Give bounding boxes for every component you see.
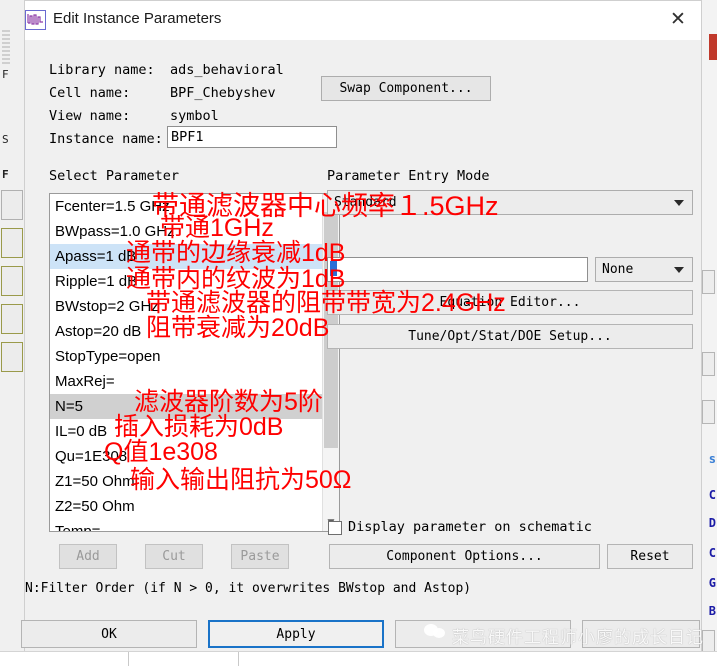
background-right-box-2 [702, 400, 715, 424]
background-right-text-5: B [708, 604, 716, 618]
background-right-text-3: C [708, 546, 716, 560]
list-item[interactable]: MaxRej= [50, 369, 324, 394]
screen: F S F s C D C G B Edit Instance Paramete… [0, 0, 717, 666]
parameter-entry-mode-value: Standard [334, 195, 397, 210]
background-right-text-1: C [708, 488, 716, 502]
background-left-box-4 [1, 342, 23, 372]
list-item[interactable]: Apass=1 dB [50, 244, 324, 269]
background-right-text-2: D [708, 516, 716, 530]
background-left-text-1: S [2, 133, 9, 146]
background-left-box-1 [1, 228, 23, 258]
display-parameter-label: Display parameter on schematic [348, 519, 592, 535]
list-item[interactable]: Astop=20 dB [50, 319, 324, 344]
parameter-list-items: Fcenter=1.5 GHz BWpass=1.0 GHz Apass=1 dB R… [50, 194, 324, 531]
add-button[interactable]: Add [59, 544, 117, 569]
cut-button[interactable]: Cut [145, 544, 203, 569]
select-parameter-label: Select Parameter [49, 168, 180, 184]
parameter-list-scrollbar[interactable]: ▲ ▼ [322, 194, 339, 531]
list-item[interactable]: BWpass=1.0 GHz [50, 219, 324, 244]
background-ruler [2, 30, 10, 64]
background-right-text-0: s [708, 452, 716, 466]
list-item[interactable]: Temp= [50, 519, 324, 531]
parameter-entry-mode-select[interactable]: Standard [327, 190, 693, 215]
list-item[interactable]: Z1=50 Ohm [50, 469, 324, 494]
background-right-box-0 [702, 270, 715, 294]
background-red-marker [709, 34, 717, 60]
text-cursor [330, 261, 337, 276]
display-parameter-checkbox[interactable] [328, 521, 342, 535]
cell-name-value: BPF_Chebyshev [170, 85, 276, 101]
component-options-button[interactable]: Component Options... [329, 544, 600, 569]
dialog-titlebar: Edit Instance Parameters ✕ [25, 1, 701, 40]
chevron-down-icon [674, 266, 684, 273]
view-name-value: symbol [170, 108, 219, 124]
background-left-box-2 [1, 266, 23, 296]
parameter-units-value: None [602, 262, 634, 277]
apply-button[interactable]: Apply [208, 620, 384, 648]
view-name-label: View name: [49, 108, 131, 124]
list-item[interactable]: Fcenter=1.5 GHz [50, 194, 324, 219]
parameter-units-select[interactable]: None [595, 257, 693, 282]
swap-component-button[interactable]: Swap Component... [321, 76, 491, 101]
library-name-label: Library name: [49, 62, 155, 78]
library-name-value: ads_behavioral [170, 62, 284, 78]
chevron-down-icon [674, 199, 684, 206]
ok-button[interactable]: OK [21, 620, 197, 648]
dialog-title: Edit Instance Parameters [53, 10, 222, 27]
desktop-bottom-strip [0, 651, 717, 666]
background-right-box-1 [702, 352, 715, 376]
cell-name-label: Cell name: [49, 85, 131, 101]
background-window-right: s C D C G B [701, 0, 717, 666]
background-window-left: F S F [0, 0, 25, 666]
background-left-box-3 [1, 304, 23, 334]
background-left-box-0 [1, 190, 23, 220]
list-item[interactable]: StopType=open [50, 344, 324, 369]
cancel-button[interactable] [395, 620, 571, 648]
background-left-text-2: F [2, 168, 9, 181]
select-parameter-list[interactable]: Fcenter=1.5 GHz BWpass=1.0 GHz Apass=1 dB R… [49, 193, 340, 532]
status-hint: N:Filter Order (if N > 0, it overwrites … [25, 581, 472, 596]
list-item[interactable]: IL=0 dB [50, 419, 324, 444]
dialog-body: Library name: ads_behavioral Cell name: … [21, 40, 701, 653]
list-item[interactable]: Ripple=1 dB [50, 269, 324, 294]
instance-name-input[interactable]: BPF1 [167, 126, 337, 148]
list-item[interactable]: N=5 [50, 394, 324, 419]
desktop-divider-1 [128, 652, 129, 666]
parameter-value-input[interactable] [327, 257, 588, 282]
list-item[interactable]: Qu=1E308 [50, 444, 324, 469]
reset-button[interactable]: Reset [607, 544, 693, 569]
instance-name-label: Instance name: [49, 131, 163, 147]
close-icon[interactable]: ✕ [663, 7, 693, 33]
tune-opt-stat-doe-setup-button[interactable]: Tune/Opt/Stat/DOE Setup... [327, 324, 693, 349]
edit-instance-parameters-dialog: Edit Instance Parameters ✕ Library name:… [21, 0, 702, 653]
background-left-text-0: F [2, 68, 9, 81]
desktop-divider-2 [238, 652, 239, 666]
equation-editor-button[interactable]: Equation Editor... [327, 290, 693, 315]
paste-button[interactable]: Paste [231, 544, 289, 569]
parameter-entry-mode-label: Parameter Entry Mode [327, 168, 490, 184]
help-button[interactable] [582, 620, 700, 648]
list-item[interactable]: BWstop=2 GHz [50, 294, 324, 319]
background-right-text-4: G [708, 576, 716, 590]
component-icon [25, 10, 46, 30]
list-item[interactable]: Z2=50 Ohm [50, 494, 324, 519]
